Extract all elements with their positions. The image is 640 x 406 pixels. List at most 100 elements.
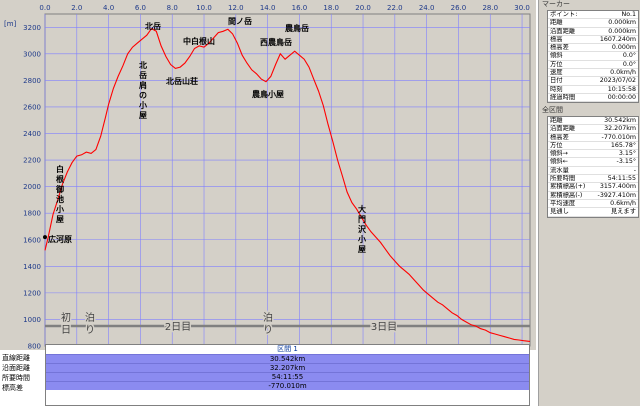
summary-row: 32.207km [46,363,529,372]
panel-value: 0.0° [622,60,636,68]
summary-row-label: 所要時間 [2,374,30,382]
panel-value: 30.542km [604,117,636,124]
day1-label: 初 [61,311,71,324]
panel-value: 2023/07/02 [599,77,636,85]
info-panel: マーカー ポイント: No.1 距離 0.000km 沿面距離 0.000km 標高 1607… [538,0,640,406]
hut-label-kitadake-kata: 小 [138,100,147,110]
panel-row: 沿面距離 32.207km [548,125,638,134]
hut-label-daimonzawa: 大 [358,204,366,214]
panel-row: 標高 1607.240m [548,35,638,45]
panel-key: 沿面距離 [550,27,576,35]
panel-key: 傾斜→ [550,150,568,158]
panel-key: 日付 [550,77,563,85]
panel-key: 標高差 [550,133,569,141]
y-tick-label: 2400 [23,130,41,138]
y-tick-label: 1400 [23,263,41,271]
elevation-profile-chart: 0.0 2.0 4.0 6.0 8.0 10.0 12.0 14.0 16.0 18.0 20.0 2… [4,4,531,351]
summary-row: 54:11:55 [46,372,529,381]
y-unit-label: [m] [4,20,17,28]
panel-row: 傾斜→ 3.15° [548,150,638,159]
hut-label-kitadake-kata: 岳 [139,70,147,80]
panel-row: 方位 165.78° [548,141,638,151]
summary-header: 区間 1 [46,345,529,354]
panel-row: 方位 0.0° [548,60,638,70]
summary-row-label: 直線距離 [2,354,30,362]
panel-value: -3.15° [616,158,636,166]
panel-row: 流水量 - [548,166,638,176]
panel-value: 3157.400m [599,183,636,191]
x-tick-label: 20.0 [355,4,371,12]
panel-key: 標高差 [550,44,569,52]
panel-value: 0.0° [622,52,636,60]
start-marker[interactable] [43,235,47,240]
x-tick-label: 26.0 [451,4,467,12]
section-summary-table: 区間 1 30.542km 32.207km 54:11:55 -770.010… [45,344,530,406]
hut-label-shirane-oike: 池 [56,194,64,204]
peak-label-ainodake: 間ノ岳 [228,16,252,26]
day2-label: 2日目 [165,322,191,333]
panel-row: 傾斜← -3.15° [548,158,638,167]
y-tick-label: 2200 [23,157,41,165]
panel-value: 10:15:58 [607,85,636,93]
y-tick-label: 2600 [23,103,41,111]
panel-row: 時刻 10:15:58 [548,86,638,94]
panel-row: 距離 0.000km [548,19,638,28]
panel-value: No.1 [621,11,636,18]
panel-value: 0.000km [608,27,636,35]
y-tick-label: 1000 [23,316,41,324]
summary-value: -770.010m [268,382,307,390]
y-tick-label: 800 [28,343,41,351]
y-tick-label: 1200 [23,289,41,297]
panel-row: 距離 30.542km [548,117,638,126]
panel-key: 方位 [550,60,563,68]
stay2-label: り [263,324,273,336]
x-tick-label: 28.0 [482,4,498,12]
summary-row-label: 沿面距離 [2,364,30,372]
panel-row: 累積標高(-) -3927.410m [548,192,638,200]
panel-row: 経過時間 00:00:00 [548,94,638,103]
x-tick-label: 12.0 [228,4,244,12]
y-tick-label: 3200 [23,24,41,32]
hut-label-shirane-oike: 御 [55,184,64,194]
hut-label-daimonzawa: 屋 [358,244,366,254]
summary-labels: 直線距離沿面距離所要時間標高差 [2,353,44,393]
panel-value: 0.000km [608,19,636,27]
section-table: 距離 30.542km 沿面距離 32.207km 標高差 -770.010m 方位 165.… [547,116,639,218]
panel-key: 沿面距離 [550,125,576,133]
panel-row: 標高差 -770.010m [548,134,638,142]
stay2-label: 泊 [263,312,273,324]
panel-value: 165.78° [610,141,636,149]
panel-row: ポイント: No.1 [548,11,638,20]
panel-key: 流水量 [550,166,569,174]
panel-key: 標高 [550,35,563,43]
panel-row: 標高差 0.000m [548,44,638,53]
peak-label-nakashirane: 中白根山 [183,36,215,46]
hut-label-nodori-goya: 農鳥小屋 [252,89,284,99]
panel-value: - [633,166,636,174]
hut-label-shirane-oike: 根 [56,174,64,184]
peak-label-nodori: 農鳥岳 [285,23,309,33]
panel-key: 累積標高(+) [550,183,586,191]
x-tick-label: 6.0 [135,4,146,12]
panel-key: 平均速度 [550,199,576,207]
panel-row: 所要時間 54:11:55 [548,175,638,184]
hut-label-daimonzawa: 門 [358,215,366,224]
x-tick-label: 16.0 [292,4,308,12]
y-tick-label: 2000 [23,183,41,191]
day3-label: 3日目 [371,322,397,333]
stay1-label: り [85,324,95,336]
x-tick-label: 14.0 [260,4,276,12]
hut-label-kitadake-kata: 北 [139,60,147,70]
elevation-chart-area: 0.0 2.0 4.0 6.0 8.0 10.0 12.0 14.0 16.0 18.0 20.0 2… [0,0,536,350]
x-tick-label: 10.0 [196,4,212,12]
summary-row-label: 標高差 [2,384,23,392]
y-tick-label: 1800 [23,210,41,218]
panel-value: 0.000m [611,44,636,52]
panel-key: 傾斜← [550,158,568,166]
panel-value: -770.010m [601,133,636,141]
hut-label-daimonzawa: 小 [357,234,366,244]
panel-value: 見えます [610,208,636,216]
panel-key: 傾斜 [550,52,563,60]
panel-key: 距離 [550,19,563,27]
stay1-label: 泊 [85,312,95,324]
